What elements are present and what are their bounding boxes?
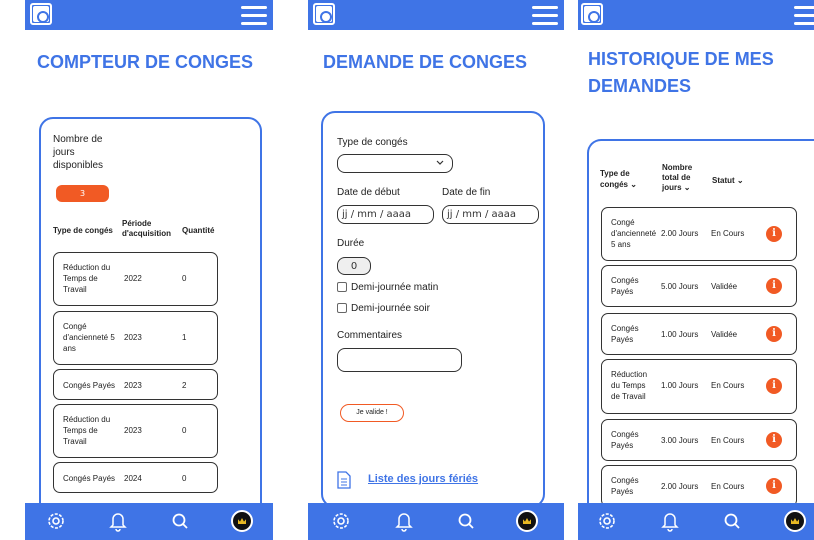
chevron-down-icon: ⌄ (683, 183, 691, 192)
info-icon[interactable]: i (766, 378, 782, 394)
historique-screen: HISTORIQUE DE MES DEMANDES Type de congé… (578, 0, 814, 540)
search-icon[interactable] (169, 510, 191, 532)
document-icon (337, 471, 351, 489)
top-bar (308, 0, 564, 30)
logo-icon[interactable] (30, 3, 52, 25)
gear-icon[interactable] (45, 510, 67, 532)
type-conges-select[interactable] (337, 154, 453, 173)
gear-icon[interactable] (596, 510, 618, 532)
duree-label: Durée (337, 238, 365, 249)
historique-card: Type de congés ⌄ Nombre total de jours ⌄… (587, 139, 814, 524)
search-icon[interactable] (721, 510, 743, 532)
top-bar (578, 0, 814, 30)
date-fin-input[interactable]: jj / mm / aaaa (442, 205, 539, 224)
logo-icon[interactable] (313, 3, 335, 25)
top-bar (25, 0, 273, 30)
submit-button[interactable]: Je valide ! (340, 404, 404, 422)
bottom-nav (308, 503, 564, 540)
gear-icon[interactable] (330, 510, 352, 532)
jours-disponibles-badge: 3 (56, 185, 109, 202)
bell-icon[interactable] (659, 510, 681, 532)
commentaires-label: Commentaires (337, 330, 403, 341)
info-icon[interactable]: i (766, 278, 782, 294)
commentaires-input[interactable] (337, 348, 462, 372)
table-row[interactable]: Congé d'ancienneté 5 ans 2.00 Jours En Cou… (601, 207, 797, 261)
info-icon[interactable]: i (766, 226, 782, 242)
menu-icon[interactable] (532, 6, 558, 26)
info-icon[interactable]: i (766, 478, 782, 494)
avatar-crown-icon[interactable] (784, 510, 806, 532)
date-debut-input[interactable]: jj / mm / aaaa (337, 205, 434, 224)
chevron-down-icon: ⌄ (630, 180, 637, 189)
menu-icon[interactable] (794, 6, 814, 26)
demi-soir-checkbox[interactable] (337, 303, 347, 313)
header-type[interactable]: Type de congés ⌄ (600, 168, 637, 190)
header-statut[interactable]: Statut ⌄ (712, 175, 744, 186)
bottom-nav (25, 503, 273, 540)
compteur-card: Nombre de jours disponibles 3 Type de co… (39, 117, 262, 522)
demande-screen: DEMANDE DE CONGES Type de congés Date de… (308, 0, 564, 540)
menu-icon[interactable] (241, 6, 267, 26)
table-row[interactable]: Réduction du Temps de Travail 1.00 Jours E… (601, 359, 797, 414)
table-row[interactable]: Congés Payés 5.00 Jours Validée i (601, 265, 797, 307)
table-row[interactable]: Réduction du Temps de Travail 2023 0 (53, 404, 218, 458)
bell-icon[interactable] (107, 510, 129, 532)
chevron-down-icon (436, 160, 444, 165)
demande-form-card: Type de congés Date de début Date de fin… (321, 111, 545, 508)
header-periode: Période d'acquisition (122, 219, 172, 238)
table-row[interactable]: Congé d'ancienneté 5 ans 2023 1 (53, 311, 218, 365)
info-icon[interactable]: i (766, 326, 782, 342)
duree-field: 0 (337, 257, 371, 275)
table-row[interactable]: Congés Payés 2024 0 (53, 462, 218, 493)
jours-label: Nombre de jours disponibles (53, 134, 104, 171)
page-title: COMPTEUR DE CONGES (37, 52, 254, 72)
table-row[interactable]: Congés Payés 2.00 Jours En Cours i (601, 465, 797, 507)
table-row[interactable]: Réduction du Temps de Travail 2022 0 (53, 252, 218, 306)
table-row[interactable]: Congés Payés 3.00 Jours En Cours i (601, 419, 797, 461)
date-debut-label: Date de début (337, 187, 400, 198)
compteur-screen: COMPTEUR DE CONGES Nombre de jours dispo… (25, 0, 273, 540)
logo-icon[interactable] (581, 3, 603, 25)
jours-feries-link[interactable]: Liste des jours fériés (368, 473, 478, 485)
table-row[interactable]: Congés Payés 2023 2 (53, 369, 218, 400)
info-icon[interactable]: i (766, 432, 782, 448)
type-label: Type de congés (337, 137, 408, 148)
page-title: HISTORIQUE DE MES DEMANDES (588, 49, 774, 96)
page-title: DEMANDE DE CONGES (323, 52, 528, 72)
avatar-crown-icon[interactable] (516, 510, 538, 532)
demi-matin-label: Demi-journée matin (351, 282, 439, 293)
search-icon[interactable] (455, 510, 477, 532)
header-total[interactable]: Nombre total de jours ⌄ (662, 163, 692, 193)
header-type: Type de congés (53, 226, 113, 235)
avatar-crown-icon[interactable] (231, 510, 253, 532)
bottom-nav (578, 503, 814, 540)
header-quantite: Quantité (182, 226, 215, 235)
demi-soir-label: Demi-journée soir (351, 303, 430, 314)
chevron-down-icon: ⌄ (736, 176, 744, 185)
bell-icon[interactable] (393, 510, 415, 532)
table-row[interactable]: Congés Payés 1.00 Jours Validée i (601, 313, 797, 355)
demi-matin-checkbox[interactable] (337, 282, 347, 292)
date-fin-label: Date de fin (442, 187, 491, 198)
